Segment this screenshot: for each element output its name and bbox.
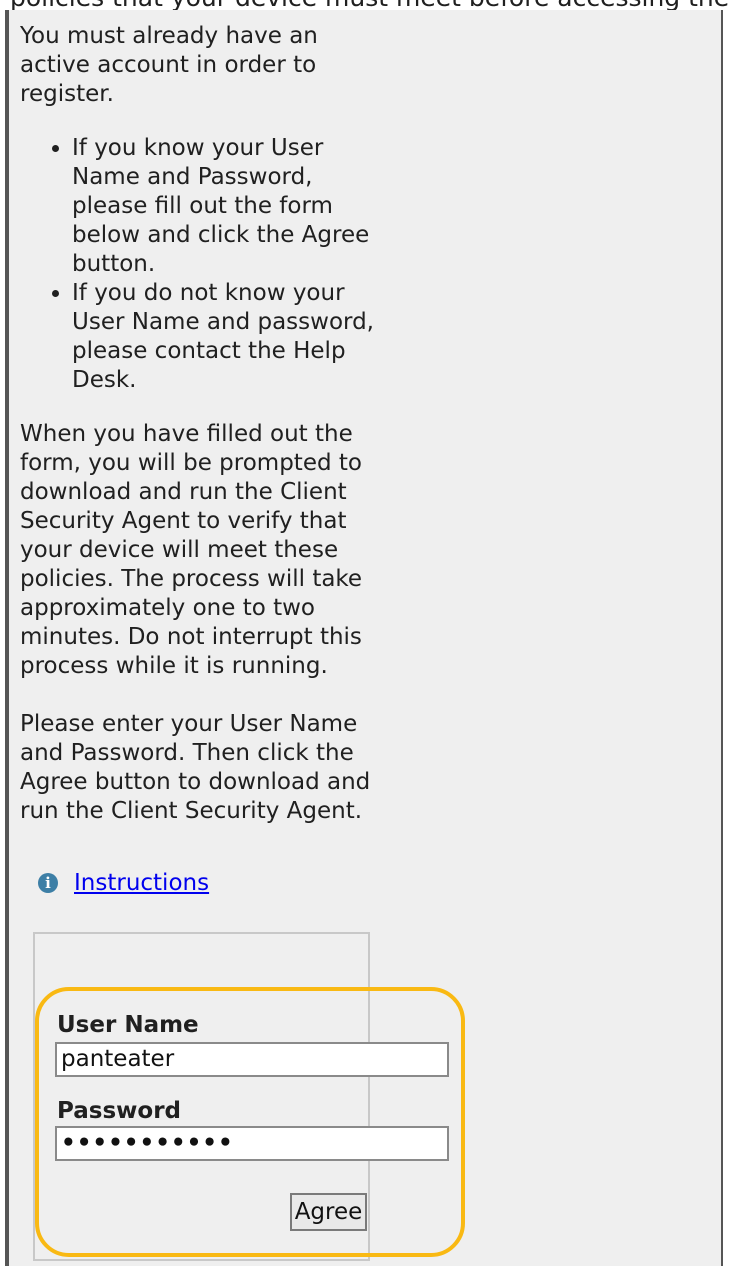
info-icon: i xyxy=(38,873,58,893)
list-item: If you do not know your User Name and pa… xyxy=(72,279,380,395)
username-label: User Name xyxy=(57,1012,199,1038)
agree-button[interactable]: Agree xyxy=(290,1193,367,1231)
password-field[interactable]: ••••••••••• xyxy=(55,1126,449,1161)
instructions-link[interactable]: Instructions xyxy=(74,870,209,896)
password-label: Password xyxy=(57,1098,181,1124)
list-item: If you know your User Name and Password,… xyxy=(72,134,380,279)
cutoff-line: policies that your device must meet befo… xyxy=(10,0,729,10)
instructions-row: i Instructions xyxy=(38,870,209,896)
enter-credentials-paragraph: Please enter your User Name and Password… xyxy=(20,711,371,824)
instructions-list: If you know your User Name and Password,… xyxy=(20,134,380,395)
intro-text: You must already have an active account … xyxy=(20,23,318,107)
username-field[interactable]: panteater xyxy=(55,1042,449,1077)
prompt-paragraph: When you have filled out the form, you w… xyxy=(20,421,363,679)
registration-text: You must already have an active account … xyxy=(20,22,380,826)
